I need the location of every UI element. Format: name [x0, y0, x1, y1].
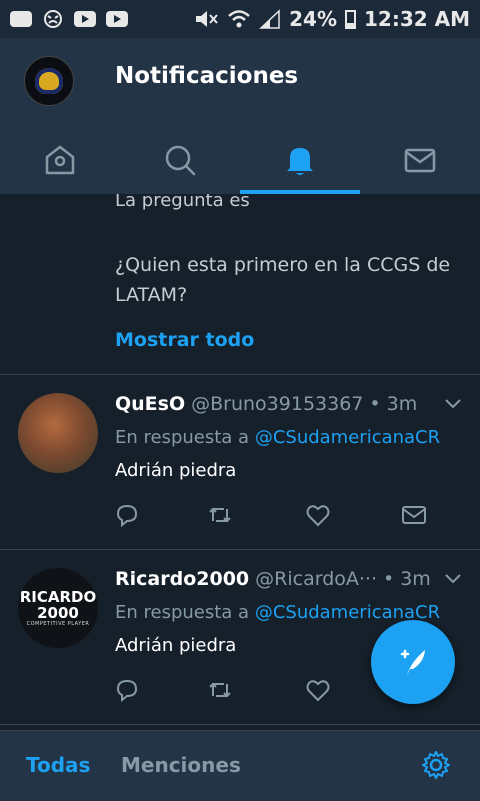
mute-icon — [196, 11, 218, 27]
filter-all-tab[interactable]: Todas — [26, 753, 90, 777]
user-name[interactable]: Ricardo2000 — [115, 568, 249, 590]
like-icon[interactable] — [304, 676, 332, 704]
tweet-header: QuEsO @Bruno39153367 • 3m — [115, 393, 445, 415]
status-bar: 24% 12:32 AM — [0, 0, 480, 38]
reply-icon[interactable] — [113, 676, 141, 704]
tab-notifications[interactable] — [240, 126, 360, 194]
user-name[interactable]: QuEsO — [115, 393, 185, 415]
compose-tweet-button[interactable] — [371, 620, 455, 704]
battery-icon — [344, 9, 356, 29]
chevron-down-icon[interactable] — [442, 395, 464, 411]
reply-context: En respuesta a @CSudamericanaCR — [115, 602, 440, 623]
user-handle: @RicardoA··· — [255, 568, 377, 590]
avatar-number: 2000 — [37, 604, 79, 622]
reply-mention[interactable]: @CSudamericanaCR — [255, 427, 440, 448]
bell-icon — [287, 148, 313, 175]
home-icon — [45, 145, 75, 175]
app-header: Notificaciones — [0, 38, 480, 194]
filter-mentions-tab[interactable]: Menciones — [121, 753, 241, 777]
avatar-subtext: COMPETITIVE PLAYER — [26, 621, 90, 627]
clock: 12:32 AM — [363, 7, 470, 31]
youtube-notification-icon — [74, 11, 96, 27]
bottom-filter-bar: Todas Menciones — [0, 730, 480, 801]
face-notification-icon — [44, 10, 62, 28]
tweet-text-line: La pregunta es — [115, 194, 250, 211]
tweet-time: 3m — [400, 568, 431, 590]
status-notification-icons — [10, 9, 128, 29]
reply-prefix: En respuesta a — [115, 427, 250, 448]
reply-context: En respuesta a @CSudamericanaCR — [115, 427, 440, 448]
mail-icon — [404, 148, 436, 173]
user-avatar[interactable] — [18, 393, 98, 473]
tab-home[interactable] — [0, 126, 120, 194]
wifi-icon — [228, 10, 250, 28]
settings-gear-icon[interactable] — [420, 749, 452, 781]
tweet-text-question: ¿Quien esta primero en la CCGS de LATAM? — [115, 254, 451, 306]
tab-messages[interactable] — [360, 126, 480, 194]
user-handle: @Bruno39153367 — [191, 393, 364, 415]
search-icon — [165, 145, 196, 176]
compose-feather-icon — [400, 649, 425, 675]
user-avatar[interactable]: RICARDO 2000 COMPETITIVE PLAYER — [18, 568, 98, 648]
youtube-notification-icon — [106, 11, 128, 27]
chevron-down-icon[interactable] — [442, 570, 464, 586]
tweet-header: Ricardo2000 @RicardoA··· • 3m — [115, 568, 445, 590]
retweet-icon[interactable] — [206, 676, 234, 704]
separator-dot: • — [369, 393, 381, 415]
status-system-icons: 24% 12:32 AM — [193, 7, 470, 31]
battery-percent: 24% — [289, 7, 337, 31]
show-all-link[interactable]: Mostrar todo — [115, 329, 254, 351]
avatar-text: RICARDO — [19, 588, 97, 606]
tab-search[interactable] — [120, 126, 240, 194]
tweet-text: Adrián piedra — [115, 635, 237, 656]
signal-icon — [259, 9, 280, 29]
tweet-item[interactable]: QuEsO @Bruno39153367 • 3m En respuesta a… — [0, 375, 480, 550]
reply-icon[interactable] — [113, 501, 141, 529]
reply-prefix: En respuesta a — [115, 602, 250, 623]
separator-dot: • — [383, 568, 395, 590]
tweet-time: 3m — [386, 393, 418, 415]
page-title: Notificaciones — [115, 63, 299, 89]
tweet-text: Adrián piedra — [115, 460, 237, 481]
direct-message-icon[interactable] — [400, 501, 428, 529]
profile-avatar[interactable] — [24, 56, 74, 106]
chat-notification-icon — [10, 11, 32, 27]
crest-logo-icon — [35, 68, 63, 94]
tweet-partial[interactable]: La pregunta es ¿Quien esta primero en la… — [0, 194, 480, 375]
tweet-actions — [113, 501, 433, 529]
like-icon[interactable] — [304, 501, 332, 529]
retweet-icon[interactable] — [206, 501, 234, 529]
tab-bar — [0, 126, 480, 194]
